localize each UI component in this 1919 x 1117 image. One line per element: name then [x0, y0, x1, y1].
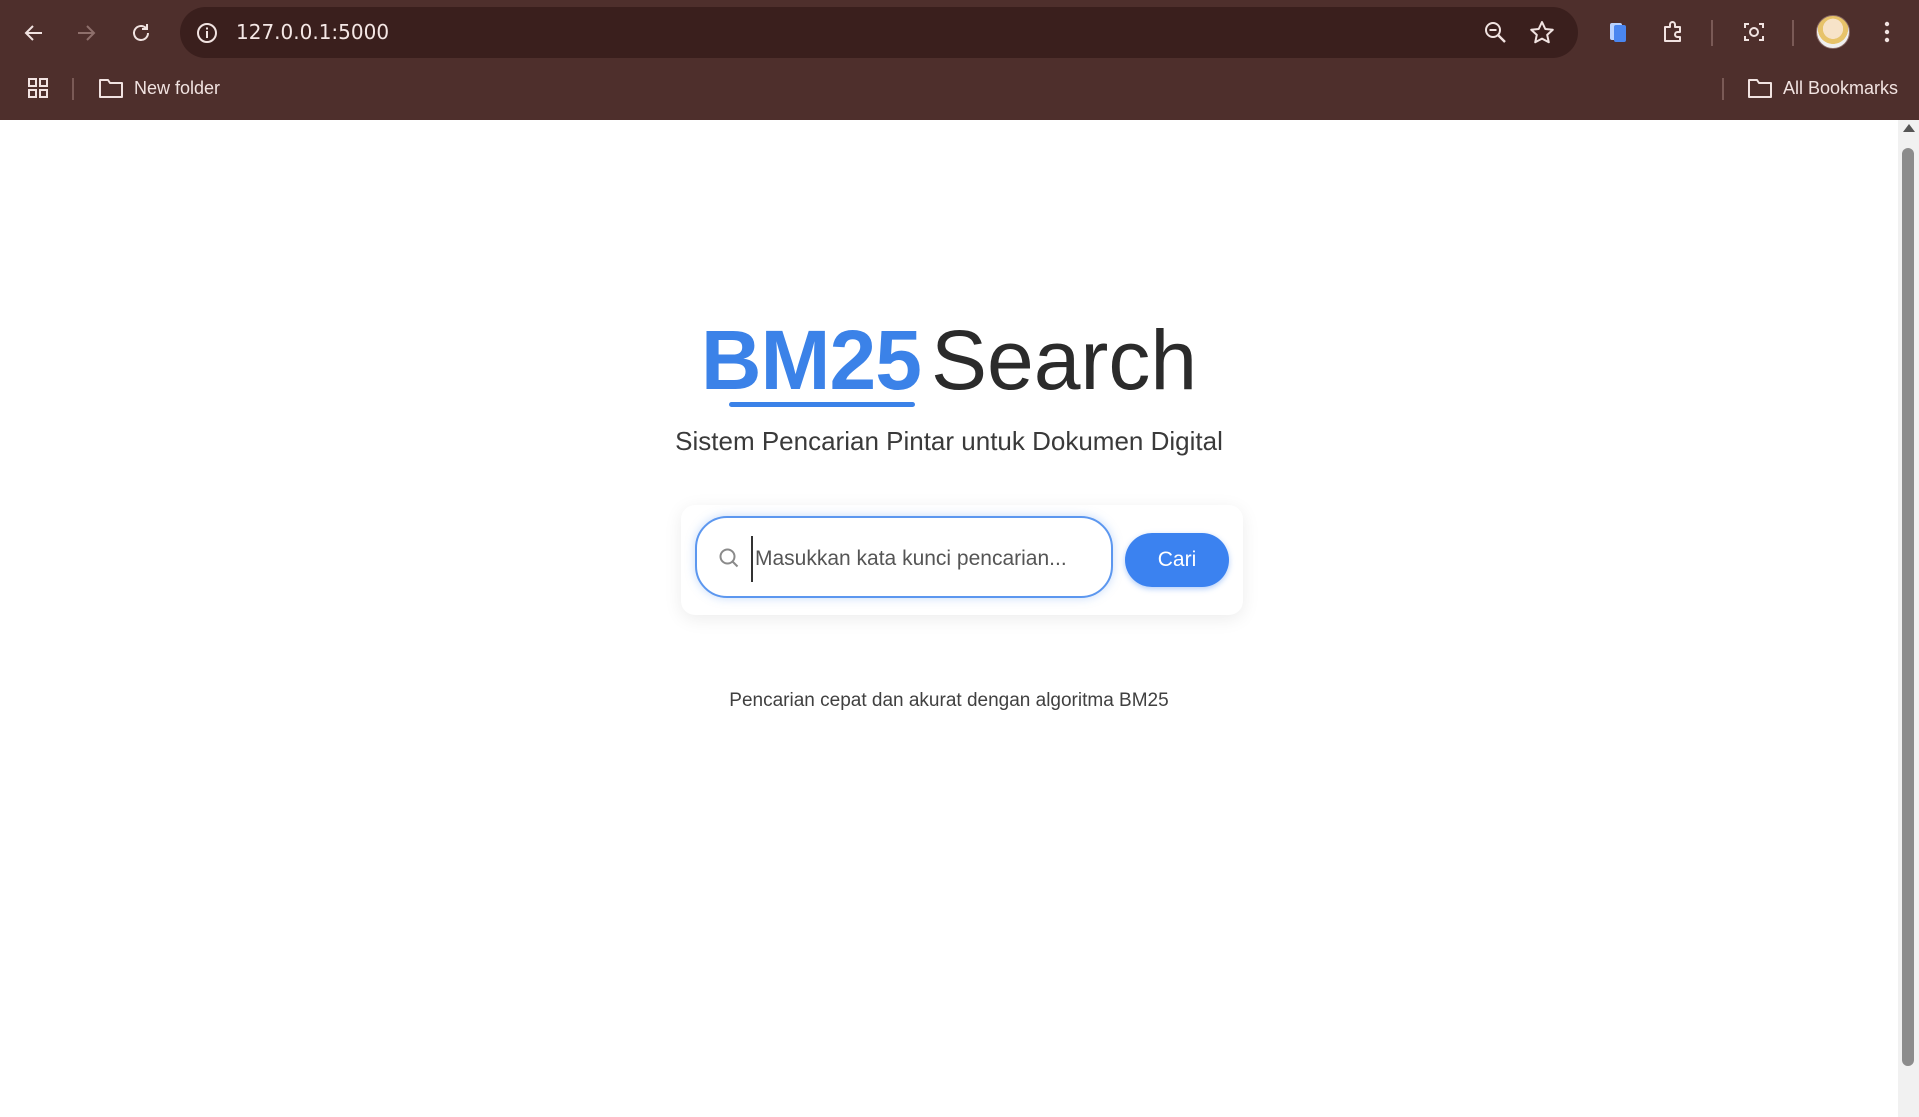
scrollbar-thumb[interactable] — [1902, 148, 1914, 1066]
logo-underline — [729, 402, 915, 407]
search-box[interactable] — [695, 516, 1113, 598]
zoom-icon[interactable] — [1482, 19, 1510, 47]
site-logo: BM25 Search — [0, 310, 1898, 410]
bookmarks-bar: New folder All Bookmarks — [0, 70, 1919, 120]
extensions-button[interactable] — [1656, 15, 1690, 49]
profile-avatar[interactable] — [1816, 15, 1850, 49]
apps-button[interactable] — [26, 70, 60, 106]
site-info-icon[interactable] — [194, 20, 220, 46]
forward-arrow-icon — [78, 25, 96, 41]
logo-secondary: Search — [930, 313, 1198, 407]
more-vertical-icon — [1884, 21, 1890, 43]
toolbar-divider — [1711, 20, 1713, 46]
bookmark-label: New folder — [134, 77, 221, 98]
bookmarks-divider — [1722, 78, 1724, 100]
browser-chrome: 127.0.0.1:5000 New folder All Bookmarks — [0, 0, 1919, 120]
screenshot-button[interactable] — [1737, 15, 1771, 49]
reload-button[interactable] — [121, 13, 161, 53]
toolbar-divider — [1792, 20, 1794, 46]
puzzle-icon — [1664, 21, 1681, 42]
bookmark-new-folder[interactable]: New folder — [98, 70, 220, 106]
camera-icon — [1744, 23, 1764, 41]
tab-search-icon — [1610, 23, 1626, 42]
page-subtitle: Sistem Pencarian Pintar untuk Dokumen Di… — [675, 426, 1223, 456]
search-icon — [719, 548, 739, 568]
url-text[interactable]: 127.0.0.1:5000 — [236, 7, 389, 58]
page-viewport — [0, 120, 1898, 1117]
search-input[interactable] — [751, 536, 1097, 582]
browser-menu-button[interactable] — [1870, 15, 1904, 49]
search-button[interactable]: Cari — [1125, 533, 1229, 587]
folder-icon — [1748, 79, 1772, 98]
search-card: Cari — [681, 505, 1243, 615]
all-bookmarks-label: All Bookmarks — [1783, 77, 1899, 98]
folder-icon — [99, 79, 123, 98]
all-bookmarks-button[interactable]: All Bookmarks — [1747, 70, 1898, 106]
vertical-scrollbar[interactable] — [1898, 120, 1919, 1117]
reload-icon — [133, 24, 149, 41]
address-bar[interactable]: 127.0.0.1:5000 — [180, 7, 1578, 58]
scroll-up-arrow-icon[interactable] — [1903, 124, 1915, 132]
bookmarks-divider — [72, 78, 74, 100]
apps-grid-icon — [28, 78, 48, 98]
logo-primary: BM25 — [700, 313, 922, 407]
forward-button[interactable] — [66, 13, 106, 53]
browser-toolbar: 127.0.0.1:5000 — [0, 0, 1919, 66]
reading-list-button[interactable] — [1601, 15, 1635, 49]
bookmark-star-icon[interactable] — [1528, 19, 1556, 47]
back-arrow-icon — [24, 25, 42, 41]
back-button[interactable] — [14, 13, 54, 53]
page-tagline: Pencarian cepat dan akurat dengan algori… — [729, 690, 1169, 711]
